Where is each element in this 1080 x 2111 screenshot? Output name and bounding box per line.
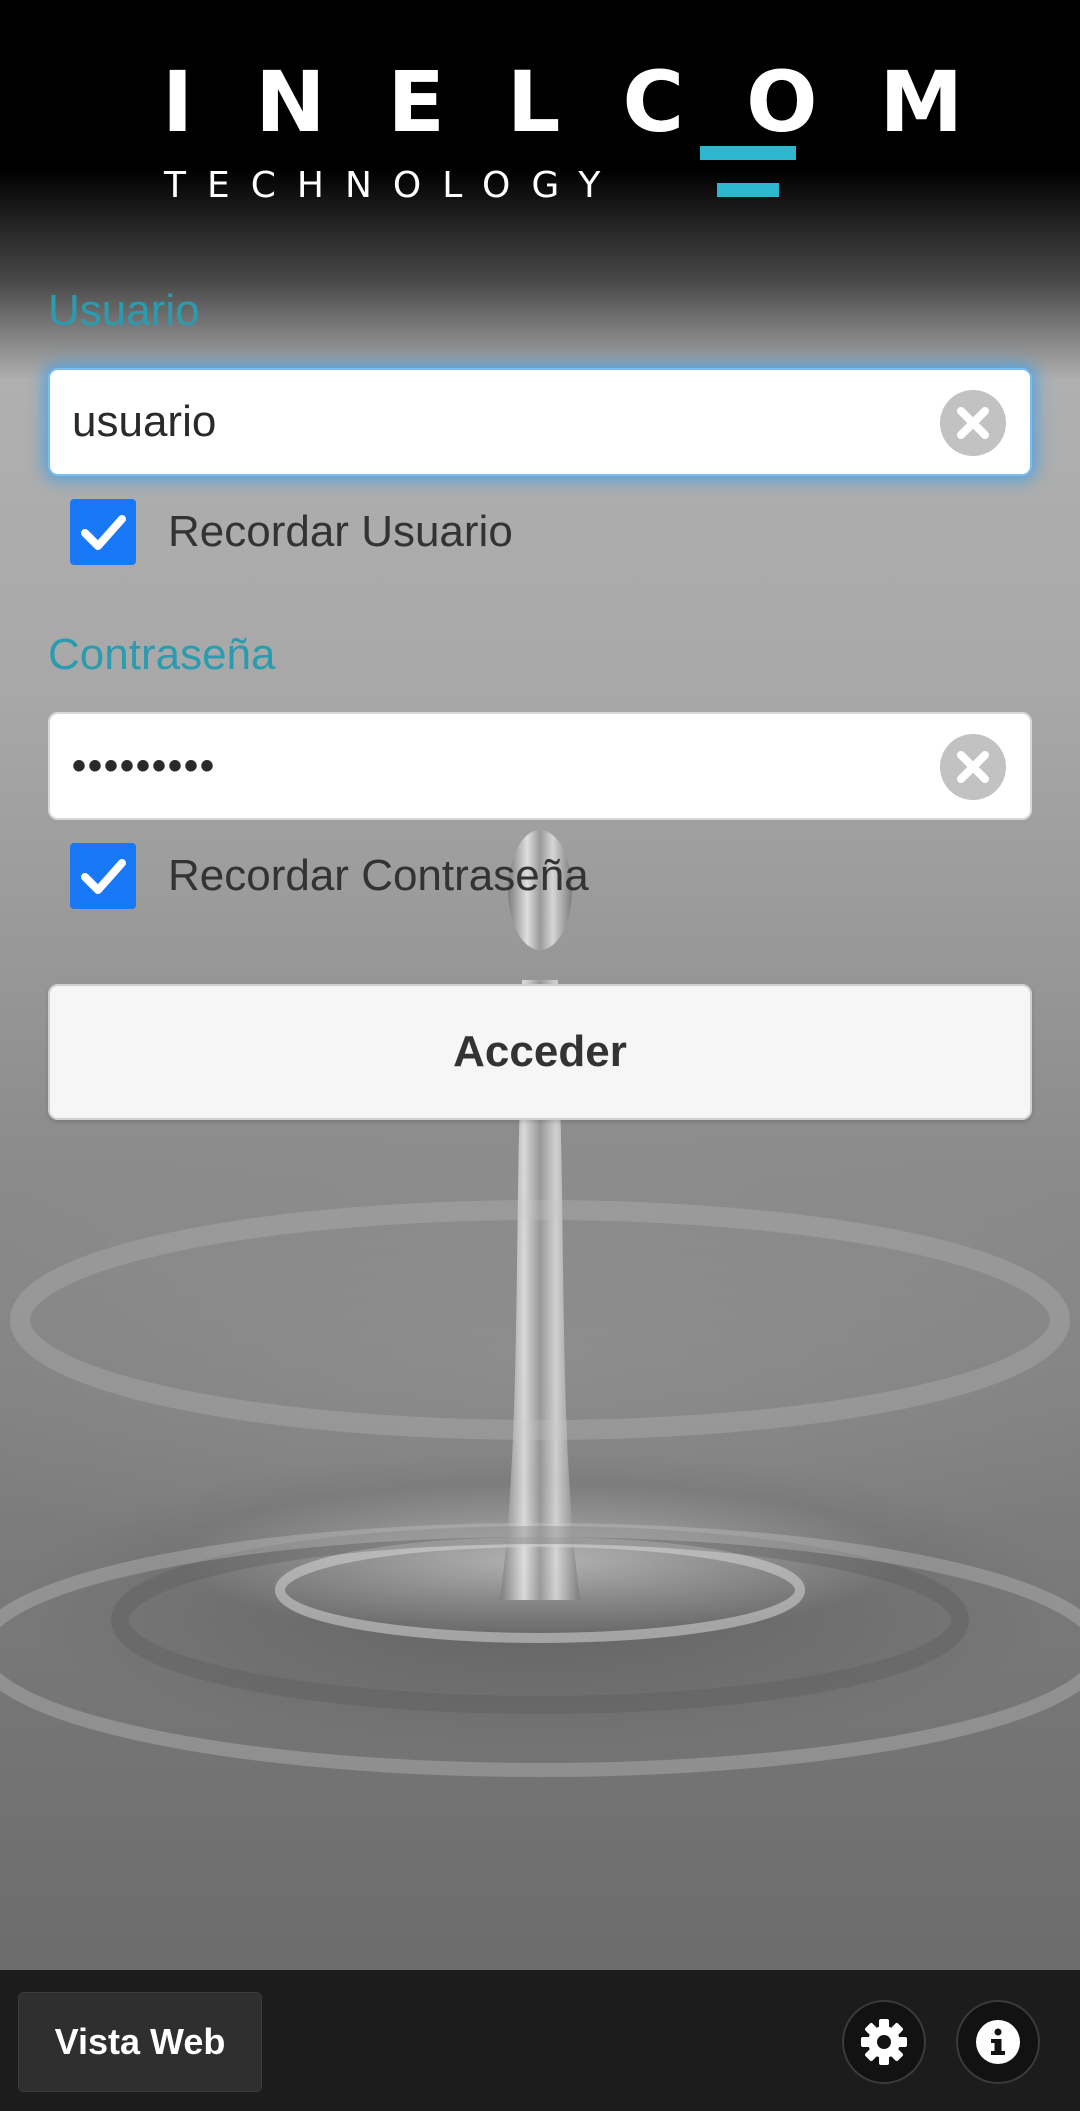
footer-bar: Vista Web [0, 1970, 1080, 2111]
password-value: ••••••••• [72, 744, 217, 788]
info-icon[interactable] [956, 2000, 1040, 2084]
clear-icon[interactable] [940, 734, 1006, 800]
remember-password-checkbox[interactable] [70, 843, 136, 909]
logo-accent-bar [700, 146, 796, 160]
username-label: Usuario [48, 286, 200, 335]
logo-accent-bar-small [717, 183, 779, 197]
gear-icon[interactable] [842, 2000, 926, 2084]
remember-username-label: Recordar Usuario [168, 507, 513, 556]
login-button[interactable]: Acceder [48, 984, 1032, 1120]
inelcom-logo: INELCOM TECHNOLOGY [162, 60, 963, 212]
logo-tagline: TECHNOLOGY [164, 165, 622, 206]
username-field[interactable]: usuario [48, 368, 1032, 476]
remember-password-label: Recordar Contraseña [168, 851, 589, 900]
password-label: Contraseña [48, 630, 276, 679]
logo-wordmark: INELCOM [162, 53, 1026, 151]
username-value: usuario [72, 397, 217, 446]
clear-icon[interactable] [940, 390, 1006, 456]
password-field[interactable]: ••••••••• [48, 712, 1032, 820]
web-view-button[interactable]: Vista Web [18, 1992, 262, 2092]
remember-username-checkbox[interactable] [70, 499, 136, 565]
